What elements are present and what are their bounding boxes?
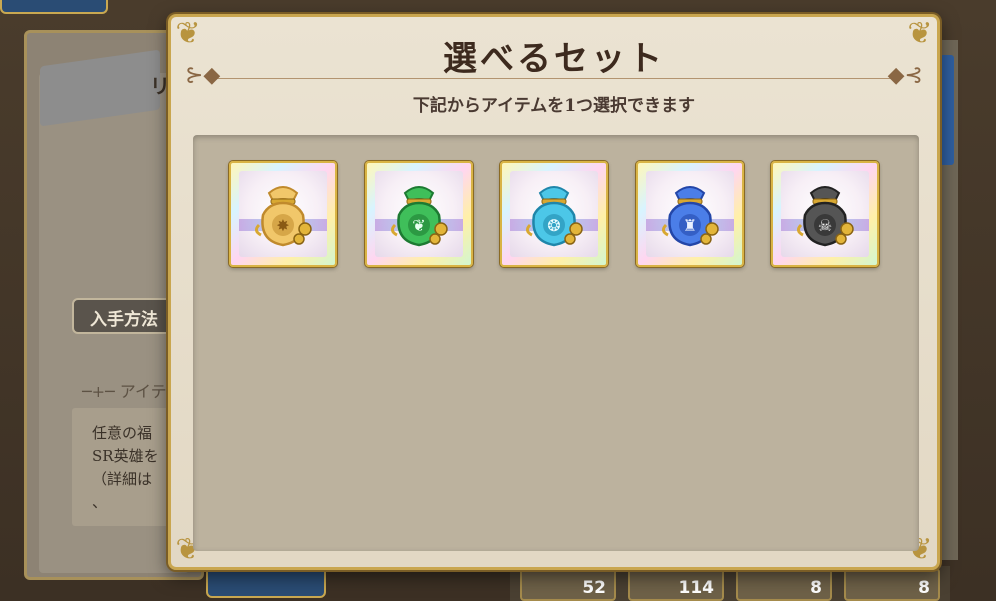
item-option-cyan-bag[interactable]: ❂ (500, 161, 608, 267)
flourish-left-icon: ⊱◆ (185, 63, 221, 88)
gold-coin-icon (434, 222, 448, 236)
item-option-gold-bag[interactable]: ✸ (229, 161, 337, 267)
gold-coin-icon (298, 222, 312, 236)
item-option-blue-bag[interactable]: ♜ (636, 161, 744, 267)
bag-icon: ✸ (254, 186, 312, 247)
select-set-modal: ❦ ❦ ❦ ❦ 選べるセット ⊱◆ ◆⊰ 下記からアイテムを1つ選択できます ✸… (168, 14, 940, 570)
gold-coin-icon (840, 222, 854, 236)
gold-trim (254, 223, 262, 237)
item-frame: ☠ (781, 171, 869, 257)
emblem-glyph: ♜ (683, 216, 697, 235)
item-option-black-bag[interactable]: ☠ (771, 161, 879, 267)
item-description: 任意の福 SR英雄を （詳細は 、 (72, 408, 182, 526)
flourish-right-icon: ◆⊰ (887, 63, 923, 88)
top-left-button[interactable] (0, 0, 108, 14)
gold-coin-icon (569, 222, 583, 236)
gold-trim (796, 223, 804, 237)
item-option-green-bag[interactable]: ❦ (365, 161, 473, 267)
modal-subtitle: 下記からアイテムを1つ選択できます (412, 96, 696, 116)
inventory-slot[interactable]: 52 (520, 568, 616, 601)
item-section-heading: ─+─ アイテ (82, 382, 167, 401)
item-frame: ❂ (510, 171, 598, 257)
inventory-slot[interactable]: 114 (628, 568, 724, 601)
item-frame: ♜ (646, 171, 734, 257)
inventory-slot[interactable]: 8 (844, 568, 940, 601)
item-frame: ✸ (239, 171, 327, 257)
right-panel-tab[interactable] (940, 55, 954, 165)
gold-coin-icon (293, 233, 305, 245)
acquire-method-button[interactable]: 入手方法 (72, 298, 182, 334)
gold-coin-icon (564, 233, 576, 245)
modal-title: 選べるセット (443, 39, 665, 79)
emblem-glyph: ☠ (818, 216, 832, 235)
bag-icon: ❦ (390, 186, 448, 247)
gold-coin-icon (700, 233, 712, 245)
inventory-slot[interactable]: 8 (736, 568, 832, 601)
gold-coin-icon (835, 233, 847, 245)
bag-icon: ♜ (661, 186, 719, 247)
bag-icon: ❂ (525, 186, 583, 247)
gold-coin-icon (429, 233, 441, 245)
gold-trim (525, 223, 533, 237)
title-divider (211, 78, 897, 79)
item-selection-area: ✸ ❦ ❂ ♜ ☠ (193, 135, 919, 551)
emblem-glyph: ❂ (547, 216, 560, 235)
gold-trim (661, 223, 669, 237)
emblem-glyph: ✸ (276, 216, 289, 235)
gold-coin-icon (705, 222, 719, 236)
bag-icon: ☠ (796, 186, 854, 247)
item-frame: ❦ (375, 171, 463, 257)
gold-trim (390, 223, 398, 237)
emblem-glyph: ❦ (412, 216, 425, 235)
ribbon-text: リ (150, 74, 170, 98)
